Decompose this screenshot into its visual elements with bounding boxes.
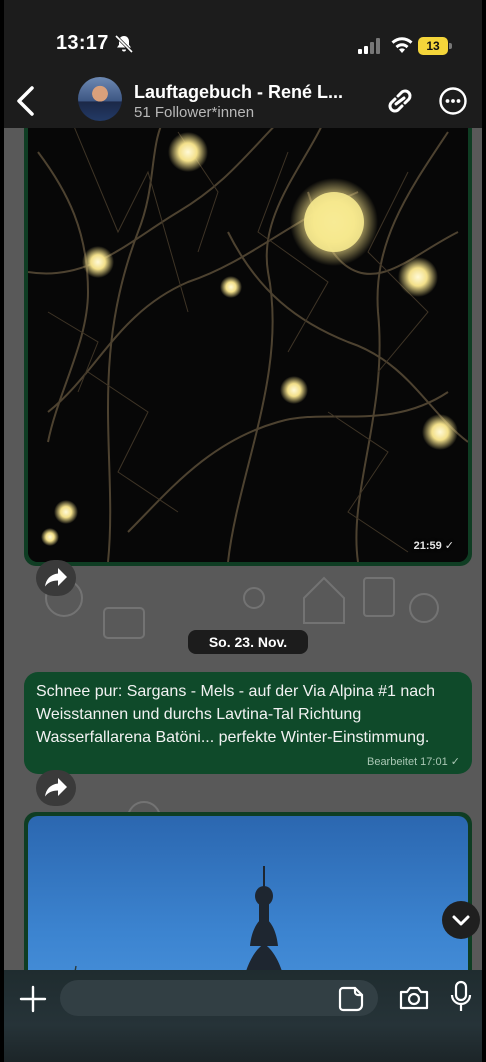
share-button[interactable] — [36, 560, 76, 596]
wifi-icon — [391, 37, 413, 53]
message-input[interactable] — [60, 980, 378, 1016]
photo-church-tower[interactable] — [28, 816, 468, 970]
date-separator: So. 23. Nov. — [188, 630, 308, 654]
link-icon[interactable] — [384, 86, 416, 116]
photo-timestamp: 21:59 ✓ — [413, 540, 454, 552]
photo-message-tower[interactable] — [24, 812, 472, 970]
message-text: Schnee pur: Sargans - Mels - auf der Via… — [36, 683, 436, 746]
plus-icon[interactable] — [18, 984, 48, 1014]
share-icon — [45, 778, 67, 797]
message-meta: Bearbeitet 17:01 ✓ — [366, 756, 460, 768]
battery-level: 13 — [418, 37, 448, 55]
channel-header: Lauftagebuch - René L... 51 Follower*inn… — [4, 74, 482, 128]
channel-title[interactable]: Lauftagebuch - René L... — [134, 82, 364, 103]
status-time: 13:17 — [56, 32, 109, 54]
more-icon[interactable] — [438, 86, 468, 116]
mic-icon[interactable] — [450, 980, 472, 1014]
status-bar: 13:17 13 — [4, 0, 482, 74]
sticker-icon[interactable] — [338, 986, 364, 1012]
photo-message-lights[interactable]: 21:59 ✓ — [24, 128, 472, 566]
church-tower-image — [74, 866, 282, 970]
phone-screen: 13:17 13 Lauftagebuch - René L... 51 Fol… — [4, 0, 482, 1062]
channel-followers[interactable]: 51 Follower*innen — [134, 104, 254, 121]
share-button[interactable] — [36, 770, 76, 806]
chat-area[interactable]: 21:59 ✓ So. 23. Nov. Schnee pur: Sargans… — [4, 128, 482, 970]
avatar[interactable] — [78, 77, 122, 121]
composer-bar — [4, 970, 482, 1062]
tree-lights-image — [28, 128, 468, 562]
chevron-down-icon — [452, 915, 470, 926]
camera-icon[interactable] — [398, 984, 430, 1012]
share-icon — [45, 568, 67, 587]
battery-indicator: 13 — [418, 37, 452, 55]
text-message[interactable]: Schnee pur: Sargans - Mels - auf der Via… — [24, 672, 472, 774]
signal-icon — [358, 38, 380, 54]
back-icon[interactable] — [12, 84, 40, 118]
photo-tree-lights[interactable]: 21:59 ✓ — [28, 128, 468, 562]
bell-slash-icon — [114, 34, 134, 54]
scroll-down-button[interactable] — [442, 901, 480, 939]
battery-nub — [449, 43, 452, 49]
